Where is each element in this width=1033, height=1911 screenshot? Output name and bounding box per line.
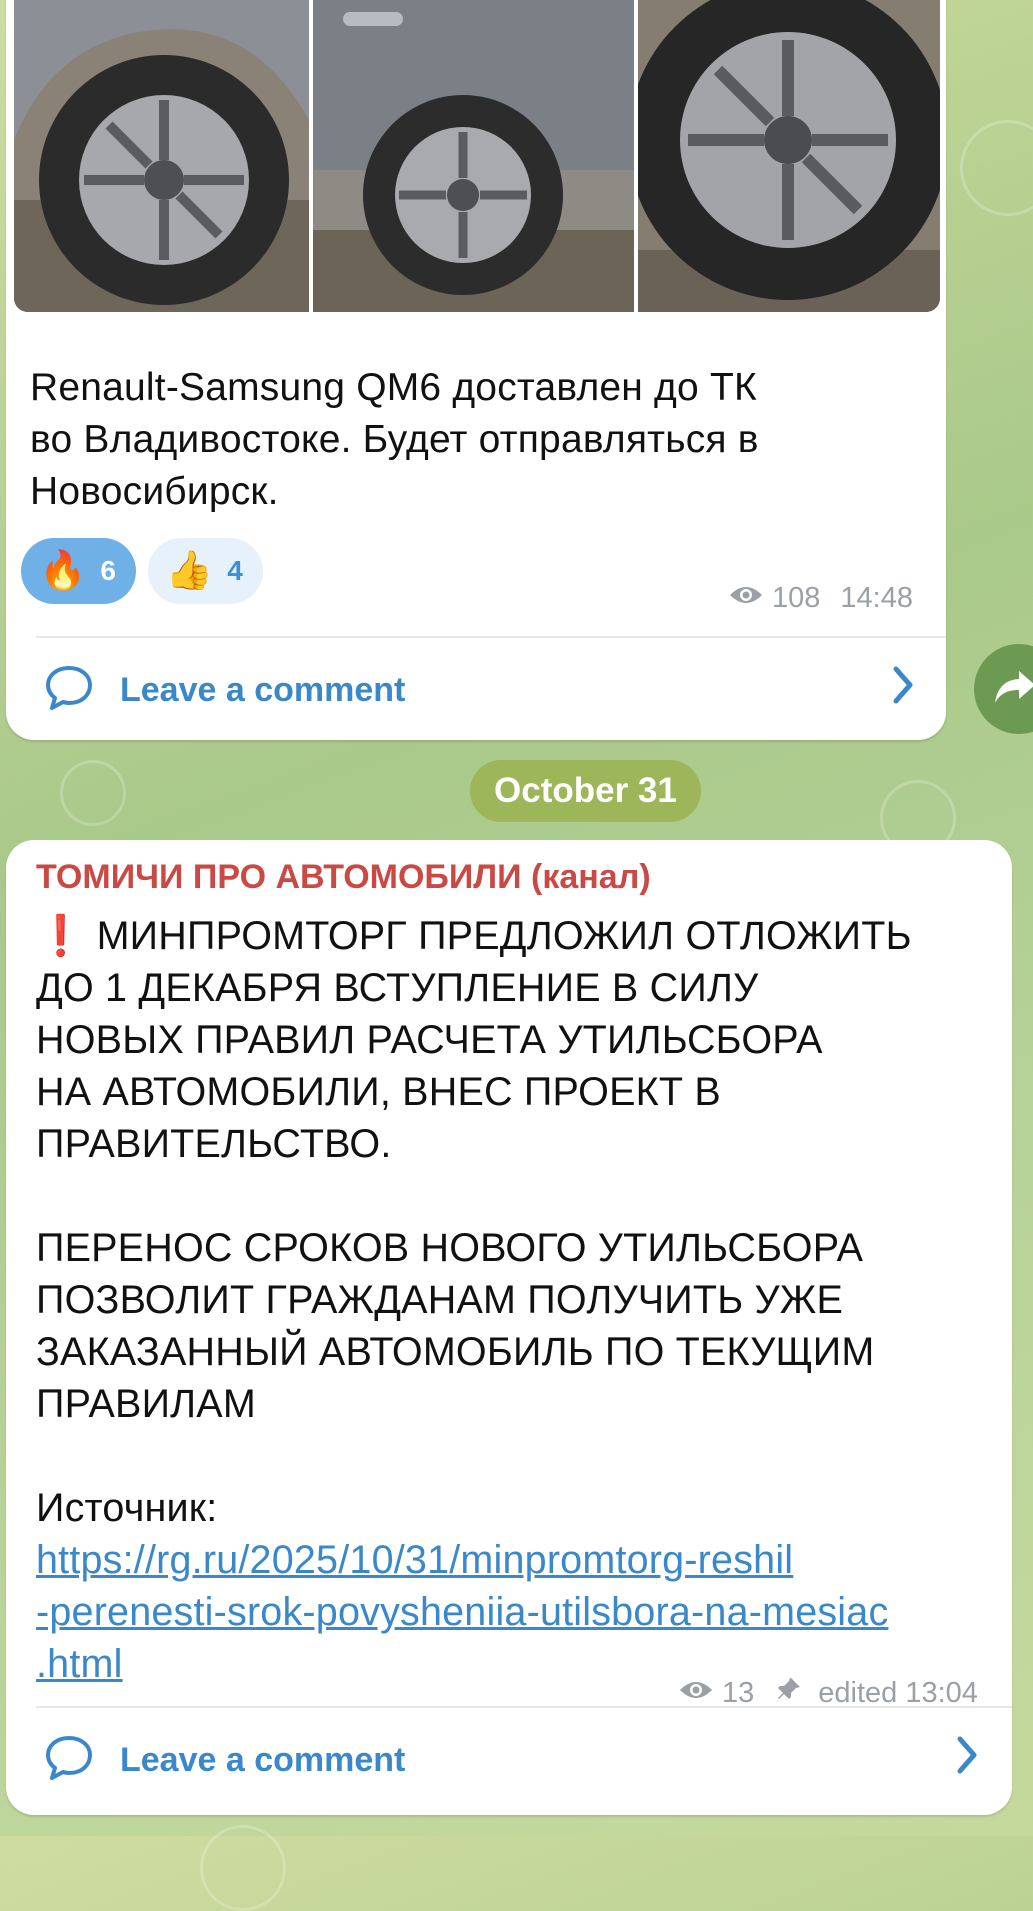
- reactions-bar: 🔥 6 👍 4: [21, 538, 263, 604]
- background-doodle: [60, 760, 126, 826]
- leave-comment-button[interactable]: Leave a comment: [44, 1732, 924, 1788]
- message-text: ❗ МИНПРОМТОРГ ПРЕДЛОЖИЛ ОТЛОЖИТЬ ДО 1 ДЕ…: [36, 910, 996, 1690]
- leave-comment-label: Leave a comment: [120, 1740, 406, 1779]
- edited-time: edited 13:04: [818, 1676, 978, 1709]
- message-bubble: ТОМИЧИ ПРО АВТОМОБИЛИ (канал) ❗ МИНПРОМТ…: [6, 840, 1012, 1815]
- date-separator: October 31: [470, 760, 701, 822]
- message-time: 14:48: [840, 582, 913, 614]
- eye-icon: [678, 1677, 714, 1710]
- message-text: Renault-Samsung QM6 доставлен до ТК во В…: [30, 366, 759, 513]
- reaction-count: 4: [227, 555, 243, 586]
- photo-wheel-rear[interactable]: [313, 0, 634, 312]
- comment-bubble-icon: [44, 1734, 94, 1787]
- chevron-right-icon[interactable]: [952, 1733, 982, 1788]
- message-body: МИНПРОМТОРГ ПРЕДЛОЖИЛ ОТЛОЖИТЬ ДО 1 ДЕКА…: [36, 914, 912, 1530]
- share-button[interactable]: [974, 644, 1033, 734]
- comment-bubble-icon: [44, 664, 94, 717]
- thumbs-up-emoji-icon: 👍: [165, 550, 214, 592]
- channel-name[interactable]: ТОМИЧИ ПРО АВТОМОБИЛИ (канал): [36, 858, 651, 897]
- leave-comment-button[interactable]: Leave a comment: [44, 662, 924, 718]
- link-part: https://rg.ru/2025/10/31/minpromtorg-res…: [36, 1538, 794, 1582]
- eye-icon: [728, 582, 764, 615]
- reaction-fire[interactable]: 🔥 6: [21, 538, 136, 604]
- reaction-count: 6: [100, 555, 116, 586]
- divider: [36, 1706, 1012, 1708]
- pin-icon: [776, 1676, 802, 1710]
- message-meta: 108 14:48: [728, 582, 913, 615]
- background-doodle: [960, 120, 1033, 216]
- fire-emoji-icon: 🔥: [39, 550, 87, 592]
- view-count: 13: [722, 1676, 755, 1709]
- photo-album[interactable]: [10, 0, 942, 312]
- photo-wheel-front[interactable]: [14, 0, 309, 312]
- link-part: .html: [36, 1642, 123, 1686]
- link-part: -perenesti-srok-povysheniia-utilsbora-na…: [36, 1590, 889, 1634]
- photo-wheel-closeup[interactable]: [638, 0, 940, 312]
- exclamation-icon: ❗: [36, 914, 86, 958]
- source-link[interactable]: https://rg.ru/2025/10/31/minpromtorg-res…: [36, 1538, 888, 1686]
- leave-comment-label: Leave a comment: [120, 670, 406, 709]
- reaction-thumbs-up[interactable]: 👍 4: [147, 538, 263, 604]
- divider: [36, 636, 946, 638]
- view-count: 108: [772, 582, 821, 614]
- chevron-right-icon[interactable]: [888, 663, 918, 718]
- share-arrow-icon: [993, 667, 1033, 712]
- message-meta: 13 edited 13:04: [678, 1676, 978, 1710]
- message-bubble: Renault-Samsung QM6 доставлен до ТК во В…: [6, 0, 946, 740]
- background-doodle: [200, 1825, 286, 1911]
